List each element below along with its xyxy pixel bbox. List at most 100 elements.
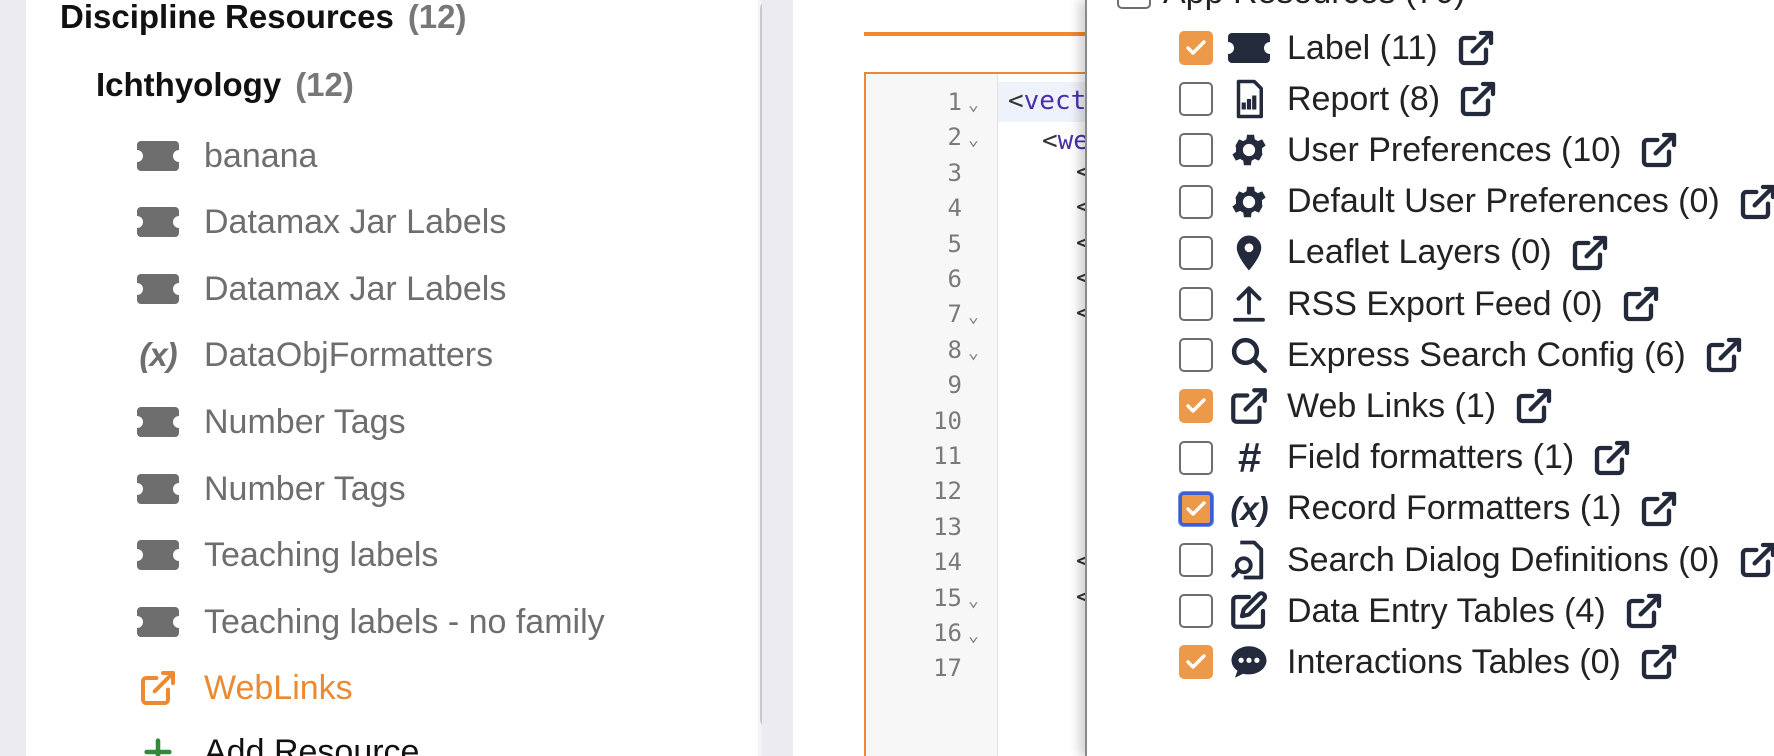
open-external-link-icon[interactable] [1704, 333, 1748, 377]
gear-icon [1225, 126, 1273, 174]
checkbox-rss-export-feed[interactable] [1179, 287, 1213, 321]
checkbox-record-formatters[interactable] [1179, 491, 1213, 526]
edit-icon [1225, 587, 1273, 635]
resource-item-datamax-jar-labels-2[interactable]: Datamax Jar Labels [131, 259, 716, 319]
resource-item-dataobjformatters[interactable]: (x) DataObjFormatters [136, 325, 716, 385]
line-number: 14 [933, 548, 962, 577]
resource-type-label: Leaflet Layers (0) [1287, 233, 1552, 272]
open-external-link-icon[interactable] [1738, 538, 1774, 582]
resource-types-dialog: App Resources (70) Label (11) Report (8) U… [1085, 0, 1774, 756]
resource-type-row-record-formatters[interactable]: (x) Record Formatters (1) [1179, 481, 1683, 537]
resource-type-row-field-formatters[interactable]: # Field formatters (1) [1179, 430, 1636, 486]
resource-type-row-label[interactable]: Label (11) [1179, 20, 1500, 76]
app-resources-row[interactable]: App Resources (70) [1117, 0, 1465, 24]
line-number: 8 [947, 335, 962, 364]
resource-item-label: Teaching labels - no family [204, 602, 605, 641]
chat-icon [1225, 638, 1273, 686]
resource-item-teaching-labels-no-family[interactable]: Teaching labels - no family [131, 592, 716, 652]
open-external-link-icon[interactable] [1639, 128, 1683, 172]
open-external-link-icon[interactable] [1570, 231, 1614, 275]
scrollbar-thumb[interactable] [760, 0, 762, 728]
resource-type-row-default-user-preferences[interactable]: Default User Preferences (0) [1179, 174, 1774, 230]
fold-chevron-icon[interactable]: ⌄ [968, 306, 979, 327]
open-external-link-icon[interactable] [1624, 589, 1668, 633]
label-ticket-icon [131, 269, 185, 309]
search-document-icon [1225, 536, 1273, 584]
open-external-link-icon[interactable] [1592, 436, 1636, 480]
resource-type-row-report[interactable]: Report (8) [1179, 71, 1502, 127]
line-number: 6 [947, 265, 962, 293]
open-external-link-icon[interactable] [1458, 77, 1502, 121]
line-number: 3 [947, 158, 962, 187]
resource-type-label: RSS Export Feed (0) [1287, 284, 1603, 323]
checkbox-user-preferences[interactable] [1179, 133, 1213, 168]
label-ticket-icon [131, 136, 185, 176]
resource-item-label: Number Tags [204, 402, 406, 441]
checkbox-interactions-tables[interactable] [1179, 645, 1213, 680]
open-external-link-icon[interactable] [1639, 487, 1683, 531]
collection-heading[interactable]: Ichthyology (12) [96, 66, 354, 104]
resource-type-label: Default User Preferences (0) [1287, 182, 1720, 221]
line-number: 7 [947, 300, 962, 329]
resource-type-row-data-entry-tables[interactable]: Data Entry Tables (4) [1179, 583, 1668, 639]
discipline-heading[interactable]: Discipline Resources (12) [60, 0, 467, 36]
open-external-link-icon[interactable] [1621, 282, 1665, 326]
resource-type-row-rss-export-feed[interactable]: RSS Export Feed (0) [1179, 276, 1665, 332]
resource-type-row-leaflet-layers[interactable]: Leaflet Layers (0) [1179, 225, 1614, 281]
checkbox-data-entry-tables[interactable] [1179, 594, 1213, 629]
label-ticket-icon [131, 402, 185, 442]
resource-item-teaching-labels[interactable]: Teaching labels [131, 525, 716, 585]
resource-item-number-tags[interactable]: Number Tags [131, 392, 716, 452]
checkbox-default-user-preferences[interactable] [1179, 184, 1213, 219]
open-external-link-icon[interactable] [1456, 26, 1500, 70]
add-resource-button[interactable]: Add Resource [136, 722, 716, 756]
fold-chevron-icon[interactable]: ⌄ [968, 590, 979, 611]
checkbox-search-dialog-definitions[interactable] [1179, 543, 1213, 577]
open-external-link-icon[interactable] [1514, 384, 1558, 428]
resource-type-row-interactions-tables[interactable]: Interactions Tables (0) [1179, 634, 1683, 690]
map-pin-icon [1225, 229, 1273, 277]
fold-chevron-icon[interactable]: ⌄ [968, 625, 979, 646]
fold-chevron-icon[interactable]: ⌄ [968, 129, 979, 150]
line-number: 1 [947, 88, 962, 116]
resource-type-label: Report (8) [1287, 79, 1441, 118]
resource-item-label: WebLinks [204, 668, 353, 707]
resource-type-row-web-links[interactable]: Web Links (1) [1179, 378, 1558, 434]
open-external-link-icon[interactable] [1738, 180, 1774, 224]
fold-chevron-icon[interactable]: ⌄ [968, 94, 979, 115]
resource-item-banana[interactable]: banana [131, 126, 716, 186]
line-number: 10 [933, 406, 962, 435]
checkbox-web-links[interactable] [1179, 389, 1213, 424]
resource-item-datamax-jar-labels[interactable]: Datamax Jar Labels [131, 192, 716, 252]
checkbox-field-formatters[interactable] [1179, 440, 1213, 475]
upload-icon [1225, 280, 1273, 328]
label-ticket-icon [131, 535, 185, 575]
checkbox-report[interactable] [1179, 82, 1213, 117]
resource-type-row-express-search-config[interactable]: Express Search Config (6) [1179, 327, 1748, 383]
resource-type-label: Data Entry Tables (4) [1287, 591, 1606, 630]
checkbox-express-search-config[interactable] [1179, 338, 1213, 373]
line-number: 12 [933, 477, 962, 506]
resource-type-label: Web Links (1) [1287, 386, 1497, 425]
line-number: 4 [947, 194, 962, 223]
resource-item-weblinks[interactable]: WebLinks [136, 658, 716, 718]
resource-tree-panel: Discipline Resources (12) Ichthyology (12)… [26, 0, 762, 756]
fold-chevron-icon[interactable]: ⌄ [968, 342, 979, 363]
label-ticket-icon [131, 602, 185, 642]
resource-type-row-user-preferences[interactable]: User Preferences (10) [1179, 122, 1683, 178]
line-number: 9 [947, 371, 962, 400]
label-ticket-icon [131, 469, 185, 509]
checkbox-leaflet-layers[interactable] [1179, 235, 1213, 270]
resource-item-number-tags-2[interactable]: Number Tags [131, 459, 716, 519]
plus-icon [136, 732, 180, 756]
open-external-link-icon[interactable] [1639, 640, 1683, 684]
resource-item-label: DataObjFormatters [204, 335, 494, 374]
checkbox-label[interactable] [1179, 31, 1213, 65]
resource-item-label: Number Tags [204, 469, 406, 508]
collection-label: Ichthyology [96, 66, 282, 103]
discipline-label: Discipline Resources [60, 0, 394, 35]
gear-icon [1225, 178, 1273, 226]
code-editor[interactable]: 1 ⌄ 2 ⌄ 3 4 5 6 7 ⌄ 8 ⌄ 9 10 11 12 13 14 15 ⌄ 16 ⌄ 17 <vect <w… [864, 72, 1094, 756]
resource-type-row-search-dialog-definitions[interactable]: Search Dialog Definitions (0) [1179, 532, 1774, 588]
app-resources-checkbox[interactable] [1117, 0, 1151, 9]
